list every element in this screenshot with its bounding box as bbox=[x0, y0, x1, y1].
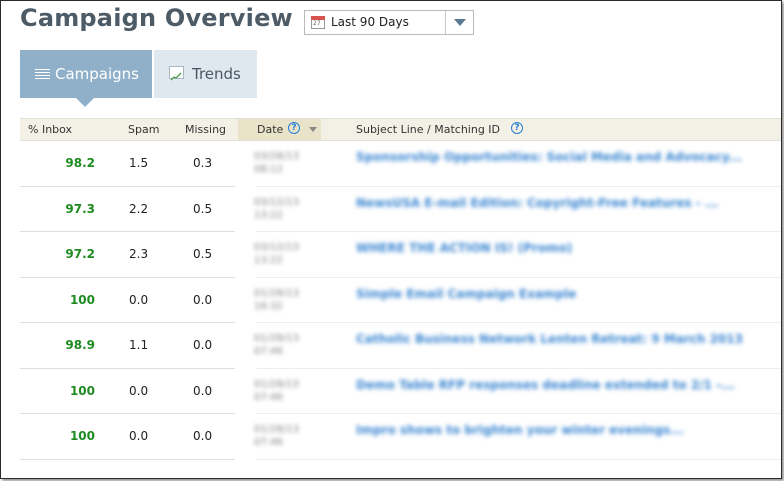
table-header: % Inbox Spam Missing Date ? Subject Line… bbox=[20, 118, 781, 141]
table-row[interactable]: 100 0.0 0.0 01/28/13 07:46 Impro shows to… bbox=[20, 414, 781, 460]
spam-percent: 2.3 bbox=[129, 247, 149, 261]
missing-percent: 0.5 bbox=[193, 247, 213, 261]
missing-percent: 0.3 bbox=[193, 156, 213, 170]
subject-link[interactable]: Sponsorship Opportunities: Social Media … bbox=[356, 150, 742, 164]
subject-link[interactable]: Simple Email Campaign Example bbox=[356, 287, 576, 301]
send-date: 03/28/13 08:12 bbox=[254, 151, 299, 175]
calendar-icon: 27 bbox=[311, 16, 325, 29]
tab-campaigns[interactable]: Campaigns bbox=[20, 50, 152, 107]
spam-percent: 1.5 bbox=[129, 156, 149, 170]
inbox-percent: 98.9 bbox=[65, 338, 95, 352]
date-range-select[interactable]: 27 Last 90 Days bbox=[304, 10, 474, 35]
subject-link[interactable]: WHERE THE ACTION IS! (Promo) bbox=[356, 241, 572, 255]
send-date: 01/28/13 07:46 bbox=[254, 378, 299, 403]
subject-link[interactable]: Impro shows to brighten your winter even… bbox=[356, 423, 684, 437]
spam-header[interactable]: Spam bbox=[128, 123, 159, 136]
send-date: 03/12/13 13:22 bbox=[254, 242, 299, 266]
dropdown-separator bbox=[445, 11, 446, 34]
subject-help-icon[interactable]: ? bbox=[511, 122, 523, 134]
inbox-percent: 97.2 bbox=[65, 247, 95, 261]
tab-trends-label: Trends bbox=[192, 65, 241, 83]
inbox-percent: 100 bbox=[69, 429, 95, 443]
inbox-percent: 98.2 bbox=[65, 156, 95, 170]
subject-link[interactable]: Demo Table RFP responses deadline extend… bbox=[356, 378, 735, 392]
spam-percent: 2.2 bbox=[129, 201, 149, 216]
subject-link[interactable]: Catholic Business Network Lenten Retreat… bbox=[356, 332, 743, 346]
missing-percent: 0.0 bbox=[193, 292, 213, 307]
inbox-header[interactable]: % Inbox bbox=[28, 123, 72, 136]
page-title: Campaign Overview bbox=[20, 4, 293, 32]
send-date: 01/28/13 07:46 bbox=[254, 424, 299, 448]
send-date: 03/12/13 13:22 bbox=[254, 196, 299, 221]
spam-percent: 1.1 bbox=[129, 338, 149, 352]
missing-percent: 0.0 bbox=[193, 429, 213, 443]
trend-chart-icon bbox=[169, 66, 184, 81]
chevron-down-icon[interactable] bbox=[454, 19, 466, 26]
spam-percent: 0.0 bbox=[129, 429, 149, 443]
inbox-percent: 97.3 bbox=[65, 201, 95, 216]
table-row[interactable]: 98.9 1.1 0.0 01/28/13 07:46 Catholic Busi… bbox=[20, 323, 781, 369]
missing-percent: 0.0 bbox=[193, 338, 213, 352]
date-range-value: Last 90 Days bbox=[331, 15, 409, 29]
table-row[interactable]: 98.2 1.5 0.3 03/28/13 08:12 Sponsorship O… bbox=[20, 141, 781, 187]
list-lines-icon bbox=[35, 69, 50, 80]
sort-descending-icon[interactable] bbox=[309, 127, 317, 132]
missing-header[interactable]: Missing bbox=[185, 123, 226, 136]
inbox-percent: 100 bbox=[69, 383, 95, 398]
table-row[interactable]: 100 0.0 0.0 01/28/13 16:32 Simple Email C… bbox=[20, 278, 781, 323]
tab-campaigns-label: Campaigns bbox=[55, 65, 140, 83]
table-row[interactable]: 97.2 2.3 0.5 03/12/13 13:22 WHERE THE ACT… bbox=[20, 232, 781, 278]
table-row[interactable]: 100 0.0 0.0 01/28/13 07:46 Demo Table RFP… bbox=[20, 369, 781, 414]
date-help-icon[interactable]: ? bbox=[288, 122, 300, 134]
inbox-percent: 100 bbox=[69, 292, 95, 307]
subject-link[interactable]: NewsUSA E-mail Edition: Copyright-Free F… bbox=[356, 196, 719, 210]
active-tab-pointer bbox=[76, 98, 94, 107]
missing-percent: 0.5 bbox=[193, 201, 213, 216]
table-row[interactable]: 97.3 2.2 0.5 03/12/13 13:22 NewsUSA E-mai… bbox=[20, 187, 781, 232]
subject-header[interactable]: Subject Line / Matching ID bbox=[356, 123, 500, 136]
send-date: 01/28/13 16:32 bbox=[254, 287, 299, 312]
tab-trends[interactable]: Trends bbox=[154, 50, 257, 98]
send-date: 01/28/13 07:46 bbox=[254, 333, 299, 357]
window: Campaign Overview 27 Last 90 Days Campai… bbox=[0, 0, 782, 479]
date-header[interactable]: Date bbox=[257, 123, 283, 136]
campaign-table: 98.2 1.5 0.3 03/28/13 08:12 Sponsorship O… bbox=[20, 141, 781, 460]
spam-percent: 0.0 bbox=[129, 292, 149, 307]
spam-percent: 0.0 bbox=[129, 383, 149, 398]
missing-percent: 0.0 bbox=[193, 383, 213, 398]
